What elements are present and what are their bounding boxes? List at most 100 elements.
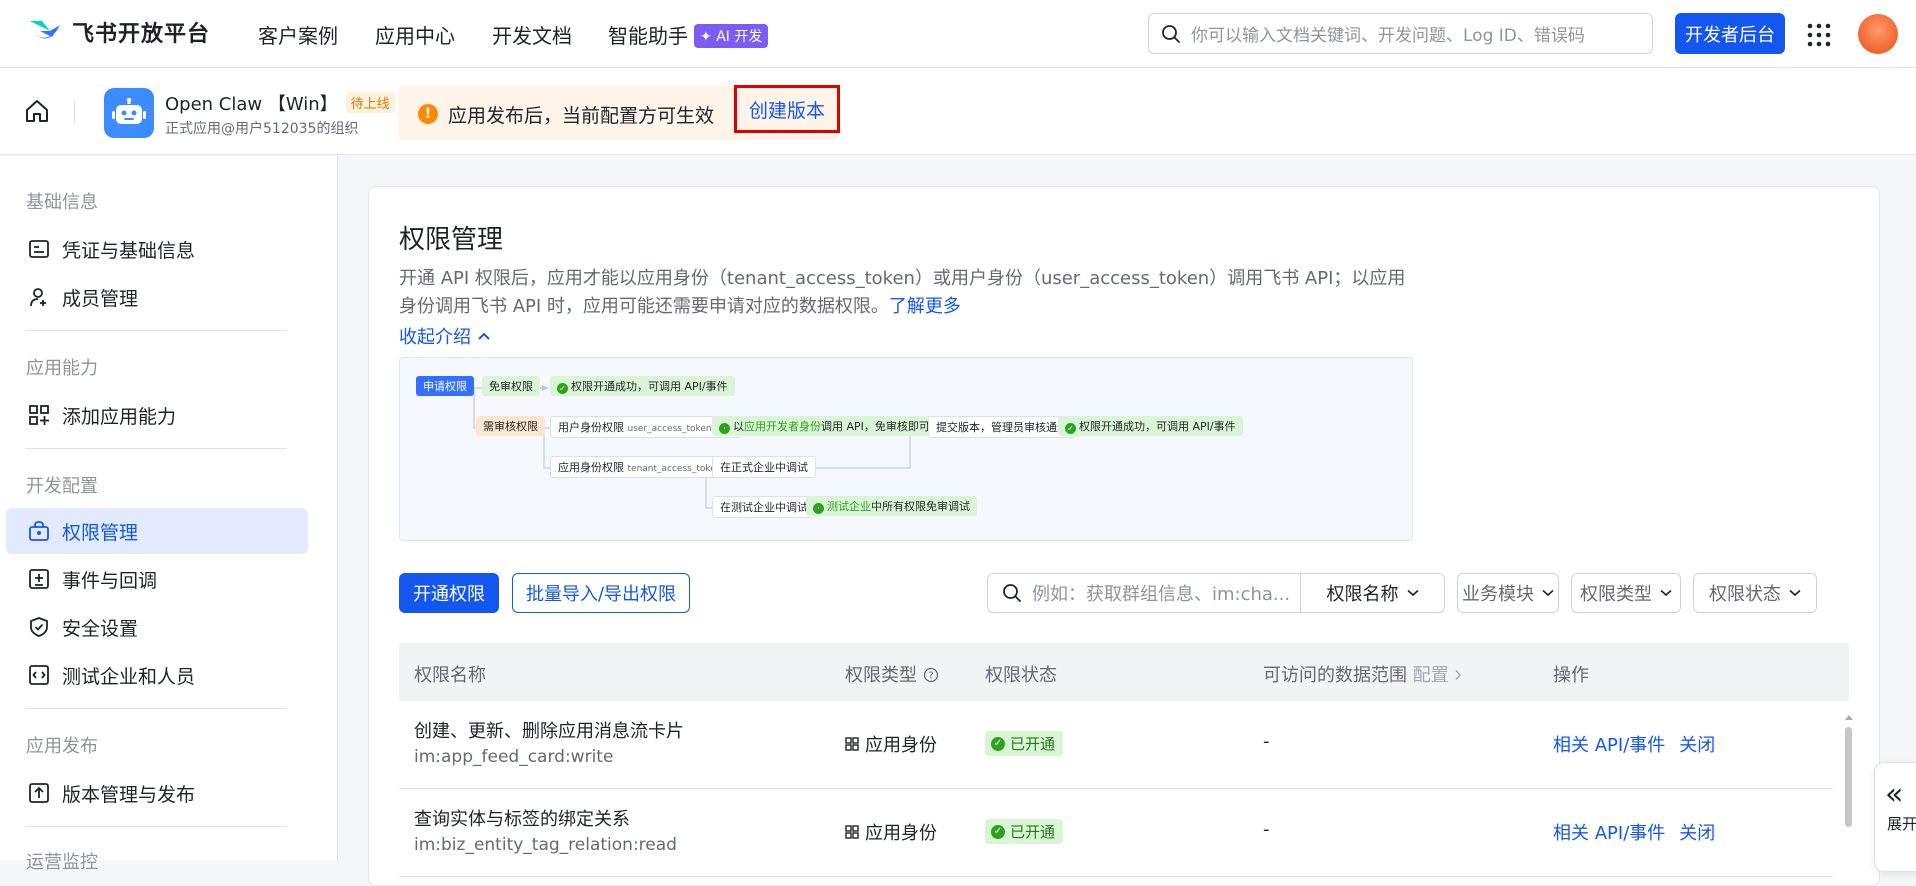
th-type: 权限类型 ? <box>845 661 939 687</box>
permission-name: 创建、更新、删除应用消息流卡片 <box>414 721 684 742</box>
sidebar-item-add-capability[interactable]: 添加应用能力 <box>6 392 308 438</box>
flow-dev-hl: 应用开发者身份 <box>744 420 821 433</box>
create-version-link[interactable]: 创建版本 <box>734 85 840 133</box>
learn-more-link[interactable]: 了解更多 <box>889 296 961 317</box>
doc-search-input[interactable]: 你可以输入文档关键词、开发问题、Log ID、错误码 <box>1148 13 1653 54</box>
table-scrollbar[interactable] <box>1843 711 1853 861</box>
type-filter[interactable]: 权限类型 <box>1571 573 1681 613</box>
sidebar-group-monitoring: 运营监控 <box>26 852 98 873</box>
related-api-link[interactable]: 相关 API/事件 <box>1553 731 1665 757</box>
flow-prod-debug: 在正式企业中调试 <box>712 456 816 478</box>
expand-panel-button[interactable]: « 展开 <box>1874 762 1916 872</box>
chevron-down-icon <box>1789 589 1801 597</box>
sidebar-item-permissions[interactable]: 权限管理 <box>6 508 308 554</box>
search-icon <box>1003 584 1021 602</box>
close-permission-link[interactable]: 关闭 <box>1679 819 1715 845</box>
scrollbar-thumb[interactable] <box>1845 727 1852 827</box>
svg-text:?: ? <box>928 671 933 682</box>
table-row: 创建、更新、删除应用消息流卡片 im:app_feed_card:write 应… <box>399 701 1833 789</box>
data-range: - <box>1263 731 1270 752</box>
app-grid-icon <box>845 825 859 839</box>
batch-import-export-button[interactable]: 批量导入/导出权限 <box>512 573 690 613</box>
top-navbar: 飞书开放平台 客户案例 应用中心 开发文档 智能助手 ✦ AI 开发 你可以输入文… <box>0 0 1916 68</box>
member-icon <box>30 288 46 307</box>
flow-success-2: ✓ 权限开通成功，可调用 API/事件 <box>1058 416 1243 436</box>
flow-test-hl: 测试企业 <box>827 500 871 513</box>
module-filter[interactable]: 业务模块 <box>1457 573 1559 613</box>
home-icon[interactable] <box>24 98 50 124</box>
double-chevron-left-icon: « <box>1885 777 1904 812</box>
sidebar-group-basic: 基础信息 <box>26 192 98 213</box>
robot-icon <box>112 98 146 124</box>
range-config-link[interactable]: 配置 <box>1413 665 1463 686</box>
sidebar-group-capability: 应用能力 <box>26 358 98 379</box>
sidebar-item-versions[interactable]: 版本管理与发布 <box>6 770 308 816</box>
apps-grid-icon[interactable] <box>1806 22 1832 48</box>
nav-smart-assistant[interactable]: 智能助手 ✦ AI 开发 <box>608 20 769 49</box>
type-filter-label: 权限类型 <box>1580 584 1652 605</box>
sidebar-divider <box>26 708 286 709</box>
sidebar-divider <box>26 826 286 827</box>
close-permission-link[interactable]: 关闭 <box>1679 731 1715 757</box>
chevron-down-icon <box>1660 589 1672 597</box>
help-icon[interactable]: ? <box>923 667 939 683</box>
check-icon: ✓ <box>557 383 568 394</box>
sidebar-divider <box>26 330 286 331</box>
upload-icon <box>29 783 49 803</box>
scroll-up-arrow-icon[interactable] <box>1844 713 1854 721</box>
sidebar-item-security[interactable]: 安全设置 <box>6 604 308 650</box>
shield-icon <box>30 617 48 637</box>
search-placeholder: 你可以输入文档关键词、开发问题、Log ID、错误码 <box>1191 26 1585 46</box>
flow-app-identity-text: 应用身份权限 <box>558 461 624 474</box>
ai-badge-label: AI 开发 <box>716 29 763 45</box>
page-title: 权限管理 <box>399 225 504 255</box>
sidebar-item-events[interactable]: 事件与回调 <box>6 556 308 602</box>
nav-app-center[interactable]: 应用中心 <box>375 20 455 49</box>
nav-customer-cases[interactable]: 客户案例 <box>258 20 338 49</box>
search-field-select[interactable]: 权限名称 <box>1300 574 1444 612</box>
collapse-intro-toggle[interactable]: 收起介绍 <box>399 323 491 349</box>
user-avatar[interactable] <box>1858 14 1898 54</box>
flow-apply-permission: 申请权限 <box>416 376 474 396</box>
open-permission-button[interactable]: 开通权限 <box>399 573 499 613</box>
app-org: 正式应用@用户512035的组织 <box>165 121 359 137</box>
permission-search[interactable]: 例如：获取群组信息、im:cha... 权限名称 <box>987 573 1445 613</box>
search-icon <box>1162 24 1180 43</box>
flow-success-1: ✓ 权限开通成功，可调用 API/事件 <box>550 376 735 396</box>
grid-add-icon <box>29 405 49 425</box>
flow-test-free: · 测试企业中所有权限免审调试 <box>806 496 977 516</box>
status-filter[interactable]: 权限状态 <box>1693 573 1817 613</box>
warning-icon: ! <box>418 104 438 124</box>
permission-name: 查询实体与标签的绑定关系 <box>414 809 630 830</box>
app-name-text: Open Claw 【Win】 <box>165 94 338 115</box>
permission-code: im:app_feed_card:write <box>414 747 614 767</box>
sidebar-item-test-tenant[interactable]: 测试企业和人员 <box>6 652 308 698</box>
brand-logo[interactable]: 飞书开放平台 <box>28 16 210 48</box>
permission-type-label: 应用身份 <box>865 823 937 844</box>
developer-console-button[interactable]: 开发者后台 <box>1675 13 1785 54</box>
flow-test-post: 中所有权限免审调试 <box>871 500 970 513</box>
status-badge: 待上线 <box>345 92 395 113</box>
sidebar-group-release: 应用发布 <box>26 736 98 757</box>
flow-user-identity-text: 用户身份权限 <box>558 421 624 434</box>
sidebar-item-members[interactable]: 成员管理 <box>6 274 308 320</box>
module-filter-label: 业务模块 <box>1462 584 1534 605</box>
sidebar-item-label: 版本管理与发布 <box>62 783 196 806</box>
flow-no-review: 免审权限 <box>482 376 540 396</box>
th-status: 权限状态 <box>985 665 1057 686</box>
sidebar-item-credentials[interactable]: 凭证与基础信息 <box>6 226 308 272</box>
sidebar-item-label: 添加应用能力 <box>62 405 177 428</box>
permission-search-input[interactable]: 例如：获取群组信息、im:cha... <box>1032 580 1300 606</box>
check-icon: ✓ <box>1065 423 1076 434</box>
credential-icon <box>29 240 49 258</box>
flow-dev-pre: 以 <box>733 420 744 433</box>
related-api-link[interactable]: 相关 API/事件 <box>1553 819 1665 845</box>
nav-dev-docs[interactable]: 开发文档 <box>492 20 572 49</box>
divider <box>74 100 75 124</box>
th-name: 权限名称 <box>414 665 486 686</box>
flow-dev-identity: · 以应用开发者身份调用 API，免审核即可调试 <box>712 416 959 436</box>
app-header-bar: Open Claw 【Win】 待上线 正式应用@用户512035的组织 ! 应用… <box>0 68 1916 155</box>
sidebar-item-label: 成员管理 <box>62 287 139 310</box>
app-name: Open Claw 【Win】 待上线 <box>165 90 395 116</box>
status-label: 已开通 <box>1010 823 1056 841</box>
